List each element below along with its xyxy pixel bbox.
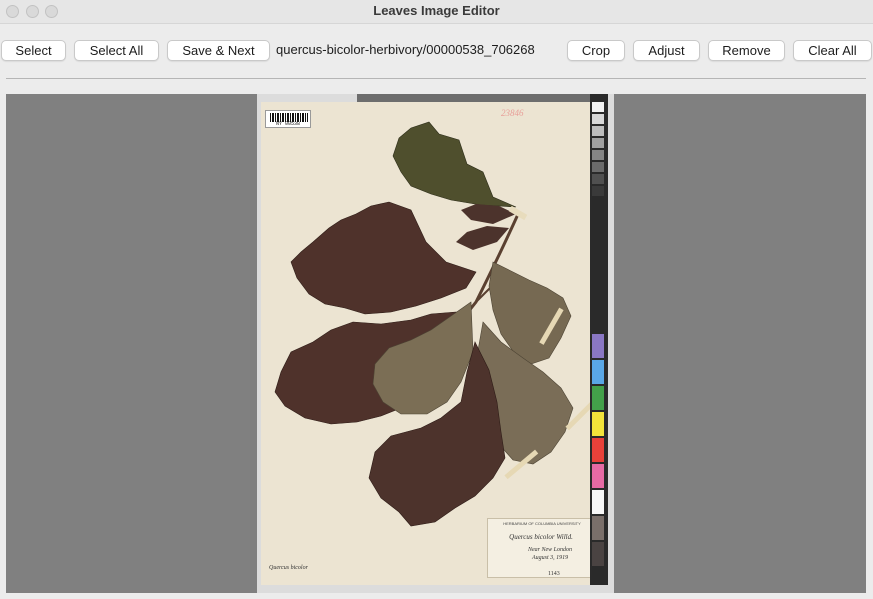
barcode-sticker: NY 00538: [265, 110, 311, 128]
label-scientific-name: Quercus bicolor Willd.: [509, 533, 573, 541]
herbarium-label: HERBARIUM OF COLUMBIA UNIVERSITY Quercus…: [487, 518, 595, 578]
specimen-image[interactable]: NY 00538 23846 HERBARIUM OF COLUMBIA UNI…: [257, 94, 614, 593]
toolbar-separator: [6, 78, 866, 79]
select-all-button[interactable]: Select All: [74, 40, 159, 61]
barcode-number: NY 00538: [275, 121, 300, 127]
toolbar: Select Select All Save & Next quercus-bi…: [0, 38, 873, 64]
window-title: Leaves Image Editor: [373, 3, 500, 18]
remove-button[interactable]: Remove: [708, 40, 785, 61]
image-canvas[interactable]: NY 00538 23846 HERBARIUM OF COLUMBIA UNI…: [6, 94, 866, 593]
scale-ruler: [357, 94, 597, 102]
herbarium-sheet: NY 00538 23846 HERBARIUM OF COLUMBIA UNI…: [261, 102, 601, 585]
file-path-label: quercus-bicolor-herbivory/00000538_70626…: [276, 42, 535, 57]
crop-button[interactable]: Crop: [567, 40, 625, 61]
scan-number: 23846: [501, 108, 524, 118]
accession-number: 1143: [548, 571, 560, 577]
label-date: August 3, 1919: [532, 555, 569, 561]
label-header: HERBARIUM OF COLUMBIA UNIVERSITY: [503, 521, 581, 526]
select-button[interactable]: Select: [1, 40, 66, 61]
app-window: Leaves Image Editor Select Select All Sa…: [0, 0, 873, 599]
label-locality: Near New London: [528, 547, 573, 553]
handwritten-note: Quercus bicolor: [269, 565, 308, 571]
title-bar: Leaves Image Editor: [0, 0, 873, 24]
save-next-button[interactable]: Save & Next: [167, 40, 270, 61]
leaf-top: [392, 121, 517, 208]
adjust-button[interactable]: Adjust: [633, 40, 700, 61]
leaf-left-upper: [290, 201, 477, 315]
clear-all-button[interactable]: Clear All: [793, 40, 872, 61]
oak-specimen-drawing: [274, 121, 598, 527]
color-calibration-bar: [590, 94, 608, 585]
